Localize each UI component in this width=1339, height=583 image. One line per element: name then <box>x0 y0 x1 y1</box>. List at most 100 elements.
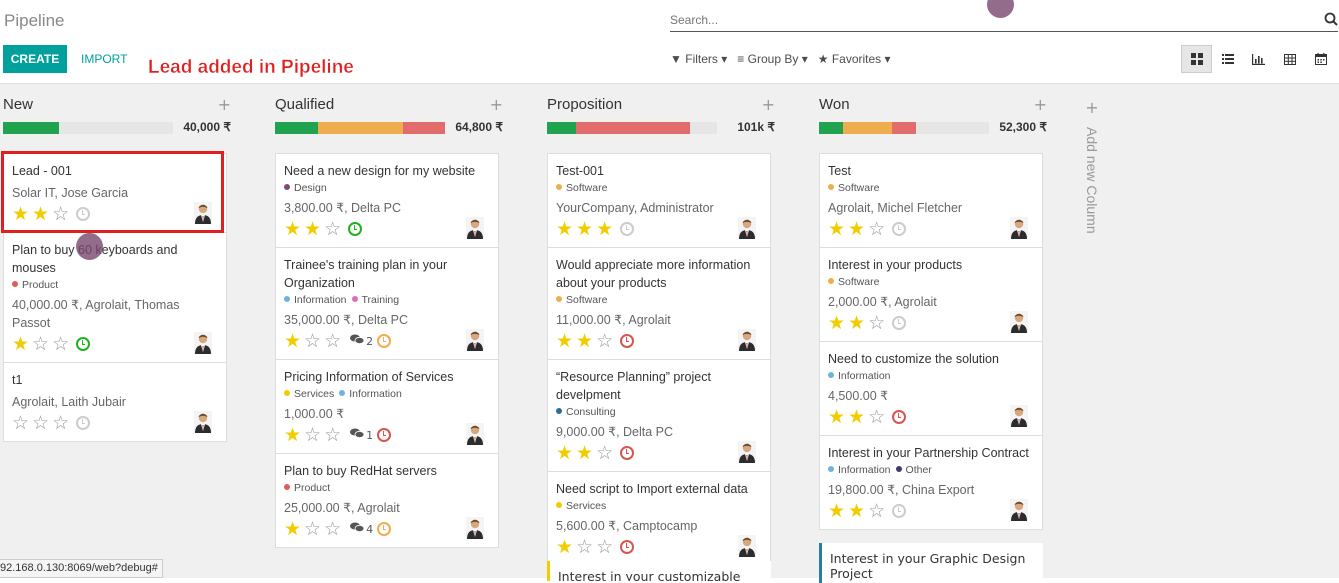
priority-star-icon[interactable]: ☆ <box>868 219 885 239</box>
activity-clock-icon[interactable] <box>76 207 91 221</box>
priority-star-icon[interactable]: ★ <box>828 219 845 239</box>
kanban-card[interactable]: Pricing Information of Services Services I… <box>276 360 498 454</box>
progress-segment[interactable] <box>892 122 916 134</box>
priority-star-icon[interactable]: ☆ <box>324 519 341 539</box>
priority-star-icon[interactable]: ★ <box>284 331 301 351</box>
kanban-card[interactable]: Plan to buy 60 keyboards and mouses Produ… <box>4 233 226 363</box>
progress-segment[interactable] <box>575 122 690 134</box>
priority-star-icon[interactable]: ★ <box>848 407 865 427</box>
kanban-card[interactable]: Need a new design for my website Design 3,… <box>276 154 498 248</box>
progress-segment[interactable] <box>547 122 576 134</box>
activity-clock-icon[interactable] <box>892 222 907 236</box>
quick-create-icon[interactable]: + <box>490 95 503 114</box>
filters-dropdown[interactable]: ▼ Filters ▾ <box>670 52 727 66</box>
quick-create-icon[interactable]: + <box>762 95 775 114</box>
activity-clock-icon[interactable] <box>620 446 635 460</box>
priority-star-icon[interactable]: ★ <box>596 219 613 239</box>
progress-segment[interactable] <box>842 122 893 134</box>
priority-star-icon[interactable]: ☆ <box>52 413 69 433</box>
priority-star-icon[interactable]: ★ <box>284 519 301 539</box>
priority-star-icon[interactable]: ☆ <box>52 204 69 224</box>
priority-star-icon[interactable]: ★ <box>32 204 49 224</box>
priority-star-icon[interactable]: ★ <box>828 407 845 427</box>
kanban-card[interactable]: Would appreciate more information about … <box>548 248 770 360</box>
quick-create-icon[interactable]: + <box>1034 95 1047 114</box>
priority-star-icon[interactable]: ★ <box>556 537 573 557</box>
kanban-card[interactable]: Interest in your Partnership Contract Inf… <box>820 436 1042 529</box>
activity-clock-icon[interactable] <box>377 334 392 348</box>
priority-star-icon[interactable]: ☆ <box>304 519 321 539</box>
kanban-card[interactable]: “Resource Planning” project develpment Co… <box>548 360 770 472</box>
search-icon[interactable] <box>1324 11 1338 27</box>
kanban-view-button[interactable] <box>1181 45 1212 73</box>
activity-clock-icon[interactable] <box>348 222 363 236</box>
kanban-card[interactable]: Need script to Import external data Servi… <box>548 472 770 565</box>
favorites-dropdown[interactable]: ★ Favorites ▾ <box>818 52 891 66</box>
priority-star-icon[interactable]: ★ <box>12 334 29 354</box>
activity-clock-icon[interactable] <box>620 222 635 236</box>
priority-star-icon[interactable]: ☆ <box>868 313 885 333</box>
priority-star-icon[interactable]: ☆ <box>596 443 613 463</box>
priority-star-icon[interactable]: ☆ <box>52 334 69 354</box>
progress-segment[interactable] <box>402 122 445 134</box>
priority-star-icon[interactable]: ☆ <box>304 425 321 445</box>
priority-star-icon[interactable]: ★ <box>284 425 301 445</box>
kanban-card[interactable]: Plan to buy RedHat servers Product 25,000.… <box>276 454 498 547</box>
priority-star-icon[interactable]: ★ <box>828 501 845 521</box>
activity-clock-icon[interactable] <box>76 337 91 351</box>
activity-clock-icon[interactable] <box>377 428 392 442</box>
quick-create-icon[interactable]: + <box>218 95 231 114</box>
groupby-dropdown[interactable]: ≡ Group By ▾ <box>737 52 807 66</box>
kanban-card[interactable]: Interest in your products Software 2,000.0… <box>820 248 1042 342</box>
pivot-view-button[interactable] <box>1274 45 1305 73</box>
progress-segment[interactable] <box>275 122 318 134</box>
column-progress-bar[interactable] <box>3 122 173 134</box>
activity-clock-icon[interactable] <box>892 504 907 518</box>
import-button[interactable]: IMPORT <box>75 45 133 73</box>
priority-star-icon[interactable]: ☆ <box>868 407 885 427</box>
priority-star-icon[interactable]: ★ <box>556 219 573 239</box>
kanban-card[interactable]: Lead - 001 Solar IT, Jose Garcia ★ ★ ☆ <box>4 154 226 233</box>
calendar-view-button[interactable] <box>1305 45 1336 73</box>
activity-clock-icon[interactable] <box>892 316 907 330</box>
progress-segment[interactable] <box>3 122 60 134</box>
activity-clock-icon[interactable] <box>76 416 91 430</box>
list-view-button[interactable] <box>1212 45 1243 73</box>
priority-star-icon[interactable]: ☆ <box>12 413 29 433</box>
graph-view-button[interactable] <box>1243 45 1274 73</box>
priority-star-icon[interactable]: ★ <box>828 313 845 333</box>
add-column-button[interactable]: + Add new Column <box>1082 98 1102 278</box>
priority-star-icon[interactable]: ★ <box>576 219 593 239</box>
priority-star-icon[interactable]: ★ <box>12 204 29 224</box>
priority-star-icon[interactable]: ★ <box>576 331 593 351</box>
column-progress-bar[interactable] <box>819 122 989 134</box>
column-progress-bar[interactable] <box>547 122 717 134</box>
priority-star-icon[interactable]: ☆ <box>304 331 321 351</box>
priority-star-icon[interactable]: ☆ <box>32 413 49 433</box>
priority-star-icon[interactable]: ★ <box>848 313 865 333</box>
kanban-card[interactable]: Test-001 Software YourCompany, Administrat… <box>548 154 770 248</box>
priority-star-icon[interactable]: ☆ <box>324 219 341 239</box>
priority-star-icon[interactable]: ☆ <box>596 537 613 557</box>
priority-star-icon[interactable]: ☆ <box>32 334 49 354</box>
kanban-card[interactable]: Test Software Agrolait, Michel Fletcher ★ ★ ☆ <box>820 154 1042 248</box>
priority-star-icon[interactable]: ★ <box>556 331 573 351</box>
kanban-card[interactable]: Need to customize the solution Informatio… <box>820 342 1042 436</box>
priority-star-icon[interactable]: ★ <box>848 501 865 521</box>
priority-star-icon[interactable]: ☆ <box>596 331 613 351</box>
progress-segment[interactable] <box>317 122 403 134</box>
priority-star-icon[interactable]: ☆ <box>576 537 593 557</box>
kanban-card[interactable]: Trainee's training plan in your Organiza… <box>276 248 498 360</box>
kanban-card[interactable]: Interest in your customizable Pro... <box>547 561 771 581</box>
create-button[interactable]: CREATE <box>3 45 67 73</box>
priority-star-icon[interactable]: ★ <box>284 219 301 239</box>
kanban-card[interactable]: t1 Agrolait, Laith Jubair ☆ ☆ ☆ <box>4 363 226 441</box>
activity-clock-icon[interactable] <box>377 522 392 536</box>
priority-star-icon[interactable]: ★ <box>848 219 865 239</box>
activity-clock-icon[interactable] <box>892 410 907 424</box>
priority-star-icon[interactable]: ★ <box>304 219 321 239</box>
priority-star-icon[interactable]: ★ <box>576 443 593 463</box>
activity-clock-icon[interactable] <box>620 334 635 348</box>
priority-star-icon[interactable]: ★ <box>556 443 573 463</box>
priority-star-icon[interactable]: ☆ <box>868 501 885 521</box>
